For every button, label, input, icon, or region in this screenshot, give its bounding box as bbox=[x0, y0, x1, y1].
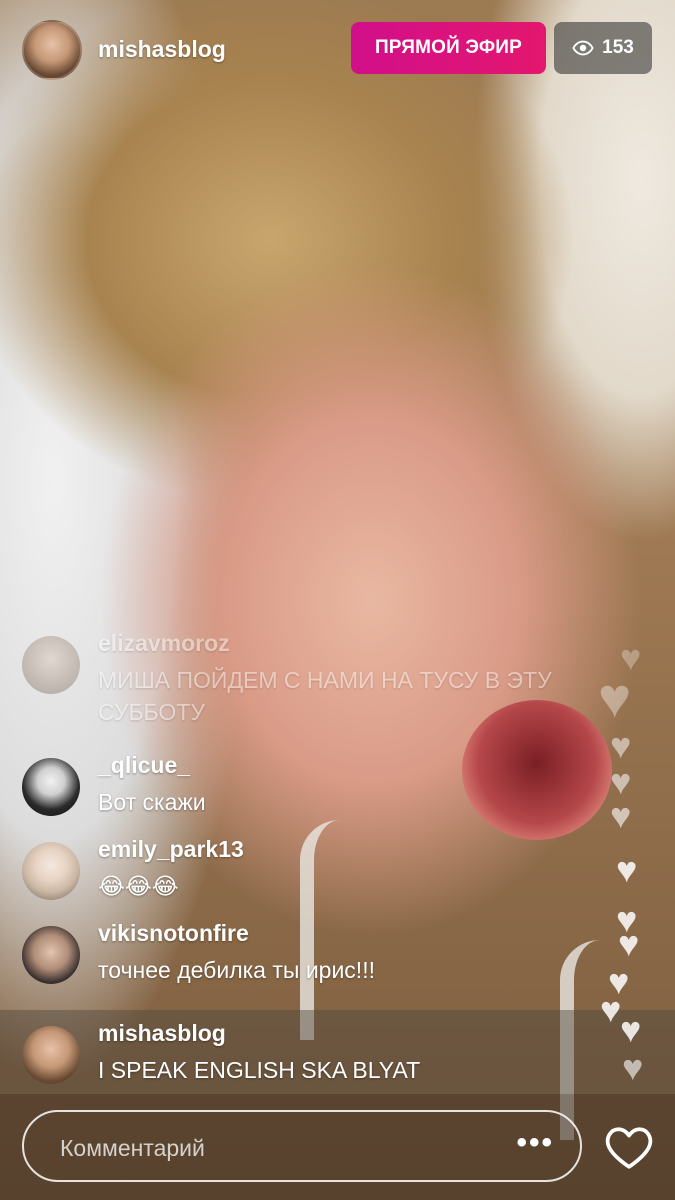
heart-icon: ♥ bbox=[600, 989, 622, 1030]
eye-icon bbox=[572, 40, 594, 56]
bottom-bar: Комментарий ••• bbox=[0, 1094, 675, 1200]
heart-icon: ♥ bbox=[598, 666, 632, 729]
host-username[interactable]: mishasblog bbox=[98, 36, 226, 63]
heart-icon: ♥ bbox=[610, 725, 632, 766]
comment-text: 😂😂😂 bbox=[98, 873, 179, 899]
comment-text: Вот скажи bbox=[98, 789, 206, 815]
heart-icon: ♥ bbox=[622, 1047, 644, 1088]
comment-avatar[interactable] bbox=[22, 926, 80, 984]
more-dots-icon[interactable]: ••• bbox=[516, 1126, 554, 1160]
comment-text: МИША ПОЙДЕМ С НАМИ НА ТУСУ В ЭТУ СУББОТУ bbox=[98, 667, 552, 725]
comment-avatar[interactable] bbox=[22, 842, 80, 900]
viewer-count: 153 bbox=[602, 37, 634, 58]
comment-placeholder: Комментарий bbox=[60, 1135, 205, 1161]
viewer-count-badge[interactable]: 153 bbox=[554, 22, 652, 74]
video-detail bbox=[300, 820, 374, 1040]
comment-username[interactable]: emily_park13 bbox=[98, 836, 244, 863]
comment-input[interactable]: Комментарий ••• bbox=[22, 1110, 582, 1182]
comment-username[interactable]: mishasblog bbox=[98, 1020, 226, 1047]
comment-avatar[interactable] bbox=[22, 758, 80, 816]
heart-icon: ♥ bbox=[616, 849, 638, 890]
live-header: mishasblog ПРЯМОЙ ЭФИР 153 bbox=[0, 0, 675, 100]
live-badge: ПРЯМОЙ ЭФИР bbox=[351, 22, 546, 74]
host-comment-row: mishasblog I SPEAK ENGLISH SKA BLYAT bbox=[0, 1010, 675, 1094]
comment-username[interactable]: _qlicue_ bbox=[98, 752, 190, 779]
host-avatar[interactable] bbox=[22, 20, 82, 80]
comment-avatar[interactable] bbox=[22, 636, 80, 694]
comment-username[interactable]: vikisnotonfire bbox=[98, 920, 249, 947]
comment-text: точнее дебилка ты ирис!!! bbox=[98, 957, 375, 983]
heart-icon: ♥ bbox=[618, 923, 640, 964]
heart-outline-icon[interactable] bbox=[604, 1124, 654, 1170]
heart-icon: ♥ bbox=[620, 1009, 642, 1050]
heart-icon: ♥ bbox=[610, 795, 632, 836]
comment-avatar[interactable] bbox=[22, 1026, 80, 1084]
comment-username[interactable]: elizavmoroz bbox=[98, 630, 230, 657]
comment-text: I SPEAK ENGLISH SKA BLYAT bbox=[98, 1057, 421, 1083]
floating-hearts: ♥ ♥ ♥ ♥ ♥ ♥ ♥ ♥ ♥ ♥ ♥ ♥ bbox=[590, 640, 675, 1100]
